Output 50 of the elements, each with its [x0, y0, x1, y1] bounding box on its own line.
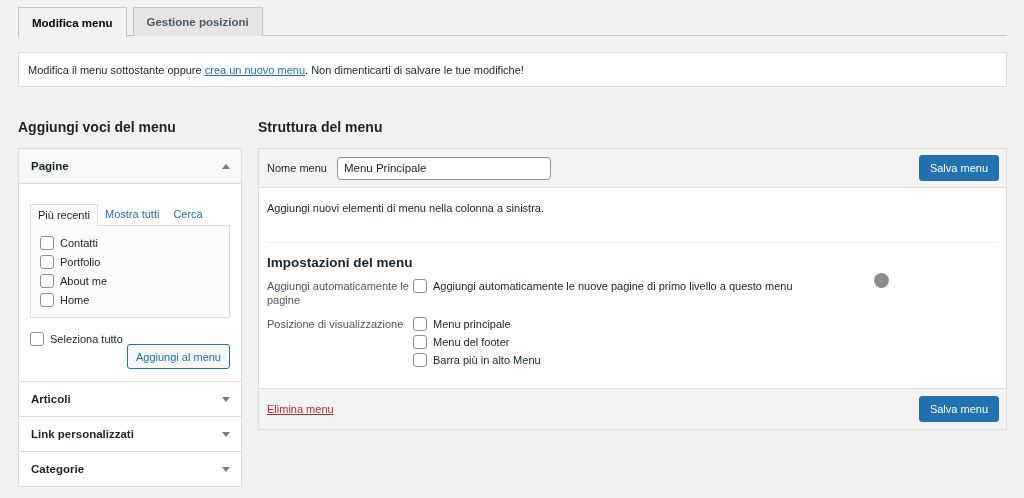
expand-arrow-icon[interactable] — [222, 396, 230, 402]
checkbox-label: Barra più in alto Menu — [433, 354, 541, 366]
expand-arrow-icon[interactable] — [222, 466, 230, 472]
tab[interactable]: Cerca — [166, 204, 210, 224]
accordion-title: Categorie — [31, 463, 85, 475]
checkbox-label: Menu del footer — [433, 336, 510, 348]
checkbox[interactable] — [413, 317, 427, 331]
accordion-title: Link personalizzati — [31, 428, 134, 440]
checkbox-label: Contatti — [60, 237, 98, 249]
checkbox-label: Seleziona tutto — [50, 333, 123, 345]
collapse-arrow-icon[interactable] — [222, 163, 230, 169]
setting-label: Posizione di visualizzazione — [267, 317, 405, 332]
checkbox[interactable] — [30, 332, 44, 346]
checkbox-label: Home — [60, 294, 90, 306]
accordion-header[interactable]: Articoli — [19, 382, 241, 416]
tab[interactable]: Mostra tutti — [98, 204, 167, 224]
section-heading: Struttura del menu — [258, 117, 384, 136]
settings-heading: Impostazioni del menu — [267, 255, 414, 270]
tab[interactable]: Modifica menu — [18, 7, 127, 37]
pointer-dot-icon — [874, 273, 889, 288]
section-heading: Aggiungi voci del menu — [18, 117, 177, 136]
checkbox[interactable] — [413, 335, 427, 349]
accordion-title: Pagine — [31, 160, 69, 172]
checkbox[interactable] — [40, 274, 54, 288]
checkbox[interactable] — [40, 293, 54, 307]
field-label: Nome menu — [267, 162, 327, 174]
checkbox-label: Portfolio — [60, 256, 101, 268]
hint-text: Aggiungi nuovi elementi di menu nella colonna a sinistra. — [267, 202, 545, 216]
accordion-header[interactable]: Categorie — [19, 452, 241, 486]
checkbox-label: About me — [60, 275, 108, 287]
checkbox-label: Menu principale — [433, 318, 511, 330]
save-button[interactable]: Salva menu — [918, 155, 999, 181]
notice-text: Modifica il menu sottostante oppure crea un nuovo menu. Non dimenticarti di salvare le tue modifiche! — [28, 63, 524, 76]
setting-label: Aggiungi automaticamente le pagine — [267, 279, 410, 307]
accordion-header[interactable]: Link personalizzati — [19, 417, 241, 451]
save-button[interactable]: Salva menu — [918, 396, 999, 422]
checkbox[interactable] — [40, 236, 54, 250]
add-to-menu-button[interactable]: Aggiungi al menu — [127, 344, 230, 369]
accordion-header[interactable]: Pagine — [19, 149, 241, 184]
new-menu-link[interactable]: crea un nuovo menu — [204, 63, 305, 76]
checkbox[interactable] — [40, 255, 54, 269]
delete-menu-link[interactable]: Elimina menu — [267, 403, 334, 415]
menu-name-field[interactable]: Menu Principale — [336, 156, 551, 180]
checkbox[interactable] — [413, 353, 427, 367]
tab[interactable]: Più recenti — [30, 204, 98, 226]
tab[interactable]: Gestione posizioni — [132, 7, 263, 36]
checkbox[interactable] — [413, 279, 427, 293]
accordion-title: Articoli — [31, 393, 71, 405]
checkbox-label: Aggiungi automaticamente le nuove pagine di primo livello a questo menu — [433, 280, 793, 292]
expand-arrow-icon[interactable] — [222, 431, 230, 437]
